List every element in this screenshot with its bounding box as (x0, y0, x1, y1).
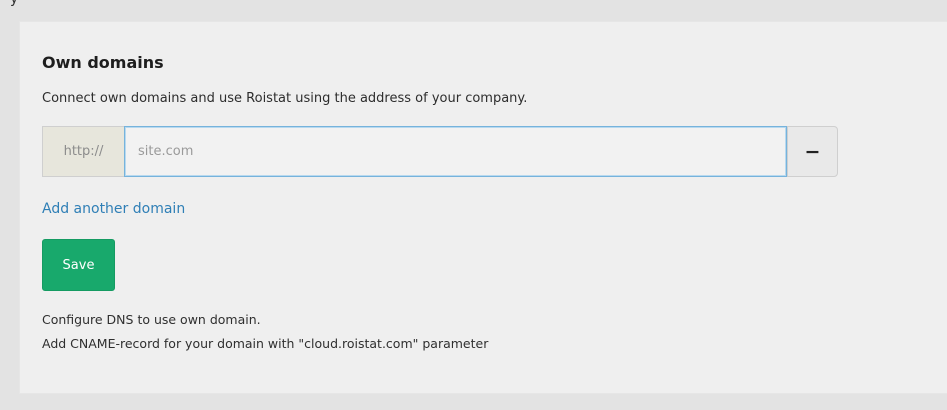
save-button[interactable]: Save (42, 239, 115, 291)
add-another-domain-link[interactable]: Add another domain (42, 199, 185, 219)
section-description: Connect own domains and use Roistat usin… (42, 91, 528, 106)
dns-info-line-1: Configure DNS to use own domain. (42, 312, 261, 327)
dns-info: Configure DNS to use own domain. Add CNA… (42, 308, 488, 356)
remove-domain-button[interactable]: − (787, 126, 838, 177)
own-domains-panel: Own domains Connect own domains and use … (20, 22, 947, 393)
http-prefix: http:// (42, 126, 124, 177)
dns-info-line-2: Add CNAME-record for your domain with "c… (42, 336, 489, 351)
section-title: Own domains (42, 53, 164, 72)
domain-input[interactable] (124, 126, 787, 177)
top-text-fragment: y (10, 0, 18, 7)
domain-input-row: http:// − (42, 126, 838, 177)
